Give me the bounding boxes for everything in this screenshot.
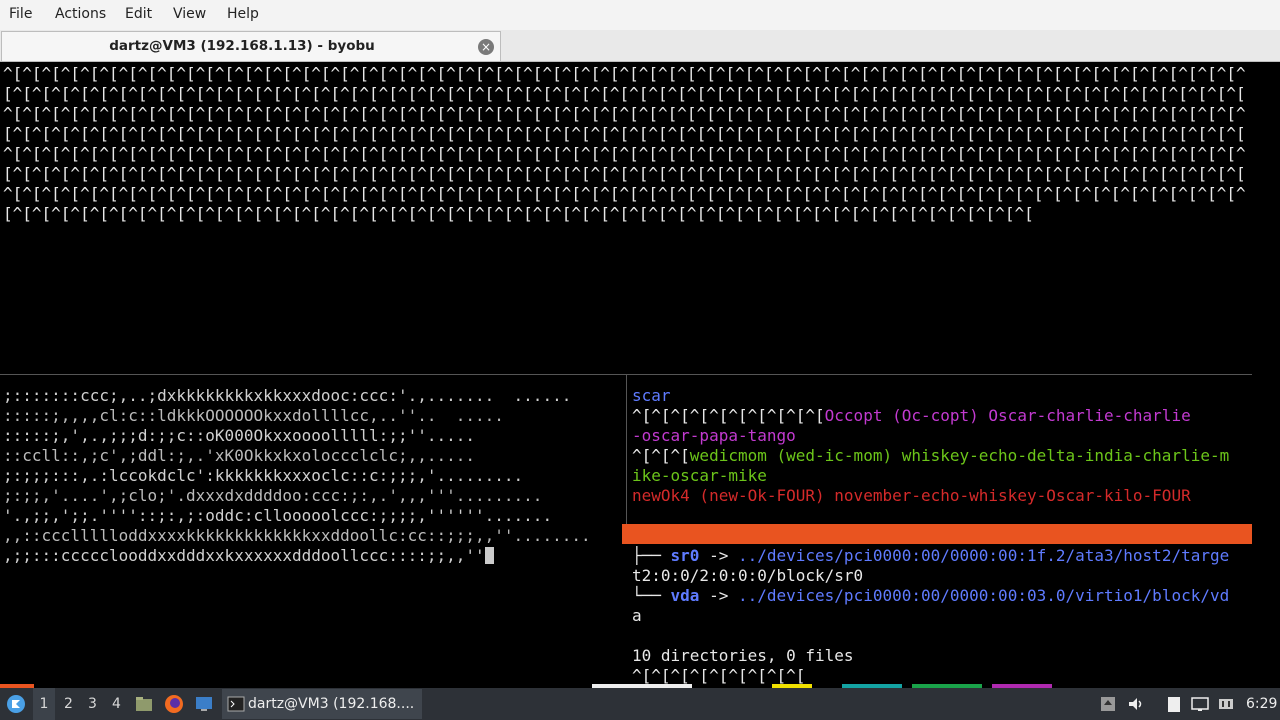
ascii-line: ;:;;;:::,.:lccokdclc':kkkkkkkxxxoclc::c:…: [3, 466, 524, 485]
right-pane-line: scar: [632, 386, 671, 405]
ascii-line: ::ccll::,;c',;ddl:;,.'xK0Okkxkxoloccclcl…: [3, 446, 476, 465]
right-pane-line: ike-oscar-mike: [632, 466, 767, 485]
start-menu-icon[interactable]: [6, 694, 26, 714]
ascii-line: ,;;:::ccccclooddxxdddxxkxxxxxxdddoollccc…: [3, 546, 485, 565]
network-icon[interactable]: [1190, 694, 1210, 714]
desktop-icon[interactable]: [194, 694, 214, 714]
tree-line: └── vda -> ../devices/pci0000:00/0000:00…: [632, 586, 1230, 605]
pane-divider-vertical[interactable]: [626, 375, 627, 525]
menu-actions[interactable]: Actions: [55, 6, 106, 22]
clock[interactable]: 6:29: [1246, 696, 1277, 712]
terminal-scrollbar[interactable]: [1254, 62, 1280, 684]
workspace-4[interactable]: 4: [112, 696, 121, 712]
terminal-icon: [227, 696, 245, 712]
file-manager-icon[interactable]: [134, 694, 154, 714]
menu-file[interactable]: File: [9, 6, 32, 22]
right-pane-line: newOk4 (new-Ok-FOUR) november-echo-whisk…: [632, 486, 1191, 505]
workspace-2[interactable]: 2: [64, 696, 73, 712]
ascii-line: ;:::::::ccc;,..;dxkkkkkkkkxkkxxxdooc:ccc…: [3, 386, 572, 405]
tree-line: t2:0:0/2:0:0:0/block/sr0: [632, 566, 864, 585]
tree-line: a: [632, 606, 642, 625]
tree-summary: 10 directories, 0 files: [632, 646, 854, 665]
firefox-icon[interactable]: [164, 694, 184, 714]
ascii-art-pane[interactable]: ;:::::::ccc;,..;dxkkkkkkkkxkkxxxdooc:ccc…: [3, 386, 623, 566]
terminal-line: [^[^[^[^[^[^[^[^[^[^[^[^[^[^[^[^[^[^[^[^…: [3, 204, 1034, 223]
eject-icon[interactable]: [1098, 694, 1118, 714]
taskbar-window-label: dartz@VM3 (192.168....: [248, 696, 415, 712]
workspace-3[interactable]: 3: [88, 696, 97, 712]
tab-bar: dartz@VM3 (192.168.1.13) - byobu ×: [0, 30, 1280, 62]
byobu-status-highlight: [622, 524, 1252, 544]
terminal-view[interactable]: ^[^[^[^[^[^[^[^[^[^[^[^[^[^[^[^[^[^[^[^[…: [0, 62, 1280, 684]
taskbar-window-button[interactable]: dartz@VM3 (192.168....: [222, 689, 422, 719]
ascii-line: '.,;;,';;.''''::;:,;:oddc:cllooooolccc:;…: [3, 506, 553, 525]
volume-icon[interactable]: [1126, 694, 1146, 714]
terminal-line: [^[^[^[^[^[^[^[^[^[^[^[^[^[^[^[^[^[^[^[^…: [3, 164, 1246, 183]
terminal-cursor: [484, 547, 494, 564]
terminal-line: ^[^[^[^[^[^[^[^[^[^[^[^[^[^[^[^[^[^[^[^[…: [3, 184, 1246, 203]
tree-line: ├── sr0 -> ../devices/pci0000:00/0000:00…: [632, 546, 1230, 565]
ascii-line: :::::;,',.,;;;d:;;c::oK000Okxxoooolllll:…: [3, 426, 476, 445]
workspace-1[interactable]: 1: [33, 688, 55, 720]
ascii-line: ;:;;,'....',;clo;'.dxxxdxddddoo:ccc:;:,.…: [3, 486, 543, 505]
terminal-line: ^[^[^[^[^[^[^[^[^[^[^[^[^[^[^[^[^[^[^[^[…: [3, 64, 1246, 83]
terminal-line: ^[^[^[^[^[^[^[^[^[^[^[^[^[^[^[^[^[^[^[^[…: [3, 104, 1246, 123]
tab-title: dartz@VM3 (192.168.1.13) - byobu: [109, 38, 375, 54]
close-icon[interactable]: ×: [478, 39, 494, 55]
menu-help[interactable]: Help: [227, 6, 259, 22]
power-icon[interactable]: [1216, 694, 1236, 714]
ascii-line: :::::;,,,,cl:c::ldkkkOOOOOOkxxdollllcc,.…: [3, 406, 504, 425]
right-pane-line: ^[^[^[^[^[^[^[^[^[^[Occopt (Oc-copt) Osc…: [632, 406, 1191, 425]
tree-line: ^[^[^[^[^[^[^[^[^[: [632, 666, 806, 684]
tab-terminal[interactable]: dartz@VM3 (192.168.1.13) - byobu ×: [1, 31, 501, 61]
right-pane-line: -oscar-papa-tango: [632, 426, 796, 445]
terminal-line: [^[^[^[^[^[^[^[^[^[^[^[^[^[^[^[^[^[^[^[^…: [3, 124, 1246, 143]
taskbar: 1 2 3 4 dartz@VM3 (192.168.... 6:29: [0, 688, 1280, 720]
menu-bar: File Actions Edit View Help: [0, 0, 1280, 31]
menu-edit[interactable]: Edit: [125, 6, 152, 22]
right-pane-line: ^[^[^[wedicmom (wed-ic-mom) whiskey-echo…: [632, 446, 1230, 465]
menu-view[interactable]: View: [173, 6, 206, 22]
terminal-line: ^[^[^[^[^[^[^[^[^[^[^[^[^[^[^[^[^[^[^[^[…: [3, 144, 1246, 163]
terminal-line: [^[^[^[^[^[^[^[^[^[^[^[^[^[^[^[^[^[^[^[^…: [3, 84, 1246, 103]
clipboard-icon[interactable]: [1164, 694, 1184, 714]
ascii-line: ,,::cccllllloddxxxxkkkkkkkkkkkkkxxddooll…: [3, 526, 591, 545]
